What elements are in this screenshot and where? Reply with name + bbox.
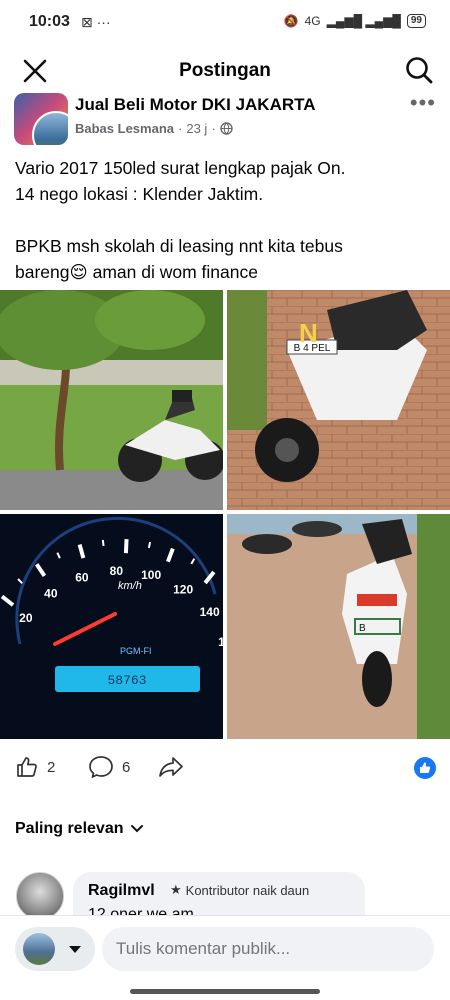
post-line: Vario 2017 150led surat lengkap pajak On… (15, 158, 346, 178)
post-line: bareng😌 aman di wom finance (15, 262, 258, 282)
group-avatar[interactable] (14, 93, 68, 145)
caret-down-icon (69, 946, 81, 953)
comment-action[interactable]: 6 (88, 755, 130, 779)
rear-plate: B (359, 623, 366, 634)
my-avatar (23, 933, 55, 965)
like-action[interactable]: 2 (15, 755, 55, 779)
pgm-fi-label: PGM-FI (120, 646, 152, 656)
status-right: 🔕 4G ▂▄▆█ ▂▄▆█ 99 (284, 14, 426, 28)
notification-icons: ⊠ ··· (81, 14, 111, 30)
speedometer-tick-label: 40 (44, 586, 58, 600)
post-line: BPKB msh skolah di leasing nnt kita tebu… (15, 236, 343, 256)
thumbs-up-badge-icon (420, 762, 431, 773)
comment-composer (0, 915, 450, 1000)
motorbike-scene-1 (0, 290, 223, 510)
speedometer-tick-label: 160 (218, 635, 223, 649)
post-photo-2[interactable]: B 4 PEL N (227, 290, 450, 510)
identity-switcher[interactable] (15, 927, 95, 971)
post-line: 14 nego lokasi : Klender Jaktim. (15, 184, 264, 204)
motorbike-scene-2: B 4 PEL N (227, 290, 450, 510)
badge-label: Kontributor naik daun (185, 882, 310, 898)
chevron-down-icon (130, 825, 143, 833)
speedometer-tick-label: 140 (200, 605, 220, 619)
speedometer-tick-label: 60 (75, 570, 89, 584)
meta-separator: · (178, 121, 183, 136)
comment-input[interactable] (102, 927, 434, 971)
author-name[interactable]: Babas Lesmana (75, 121, 174, 136)
post-meta: Babas Lesmana · 23 j · (75, 121, 233, 136)
signal-icon: ▂▄▆█ ▂▄▆█ (326, 14, 401, 28)
post-time[interactable]: 23 j (186, 121, 207, 136)
watermark-mark: N (299, 318, 318, 348)
speedometer-tick-label: 100 (141, 568, 161, 582)
thumbs-up-icon (17, 757, 37, 777)
network-label: 4G (304, 14, 321, 28)
post-text: Vario 2017 150led surat lengkap pajak On… (15, 155, 435, 285)
like-reaction-badge[interactable] (414, 757, 436, 779)
share-action[interactable] (158, 755, 184, 779)
speed-unit: km/h (118, 580, 142, 592)
share-icon (159, 757, 183, 777)
sort-label: Paling relevan (15, 820, 124, 837)
post-photo-1[interactable] (0, 290, 223, 510)
status-bar: 10:03 ⊠ ··· 🔕 4G ▂▄▆█ ▂▄▆█ 99 (0, 0, 450, 46)
star-icon: ★ (170, 882, 182, 897)
speedometer-tick-label: 20 (19, 611, 33, 625)
motorbike-scene-4: B (227, 514, 450, 739)
home-indicator[interactable] (130, 989, 320, 994)
group-name[interactable]: Jual Beli Motor DKI JAKARTA (75, 95, 316, 115)
speedometer-tick (101, 539, 105, 547)
battery-icon: 99 (406, 14, 426, 28)
page-title: Postingan (179, 60, 271, 81)
speedometer-tick-label: 80 (110, 564, 124, 578)
post-actions: 2 6 (0, 750, 450, 786)
commenter-avatar[interactable] (16, 872, 64, 920)
mute-icon: 🔕 (283, 14, 299, 28)
more-options-icon[interactable]: ••• (410, 90, 436, 116)
comment-sort-dropdown[interactable]: Paling relevan (15, 820, 144, 838)
search-icon[interactable] (404, 55, 434, 85)
speedometer-tick (147, 541, 152, 549)
like-count: 2 (47, 758, 56, 776)
contributor-badge: ★ Kontributor naik daun (170, 882, 309, 898)
post-photo-4[interactable]: B (227, 514, 450, 739)
commenter-name[interactable]: Ragilmvl (88, 882, 155, 900)
globe-icon (219, 122, 233, 135)
post-photo-3[interactable]: 20 40 60 80 100 120 140 160 km/h PGM-FI 58763 (0, 514, 223, 739)
meta-separator: · (211, 121, 216, 136)
speedometer-scene: 20 40 60 80 100 120 140 160 km/h PGM-FI 58763 (0, 514, 223, 739)
author-avatar[interactable] (32, 111, 68, 145)
comment-count: 6 (122, 758, 131, 776)
comment-icon (89, 756, 113, 778)
odometer-readout: 58763 (107, 673, 146, 688)
status-time: 10:03 (29, 13, 70, 30)
speedometer-tick (123, 539, 129, 554)
top-app-bar: Postingan (0, 46, 450, 96)
speedometer-tick-label: 120 (173, 582, 193, 596)
